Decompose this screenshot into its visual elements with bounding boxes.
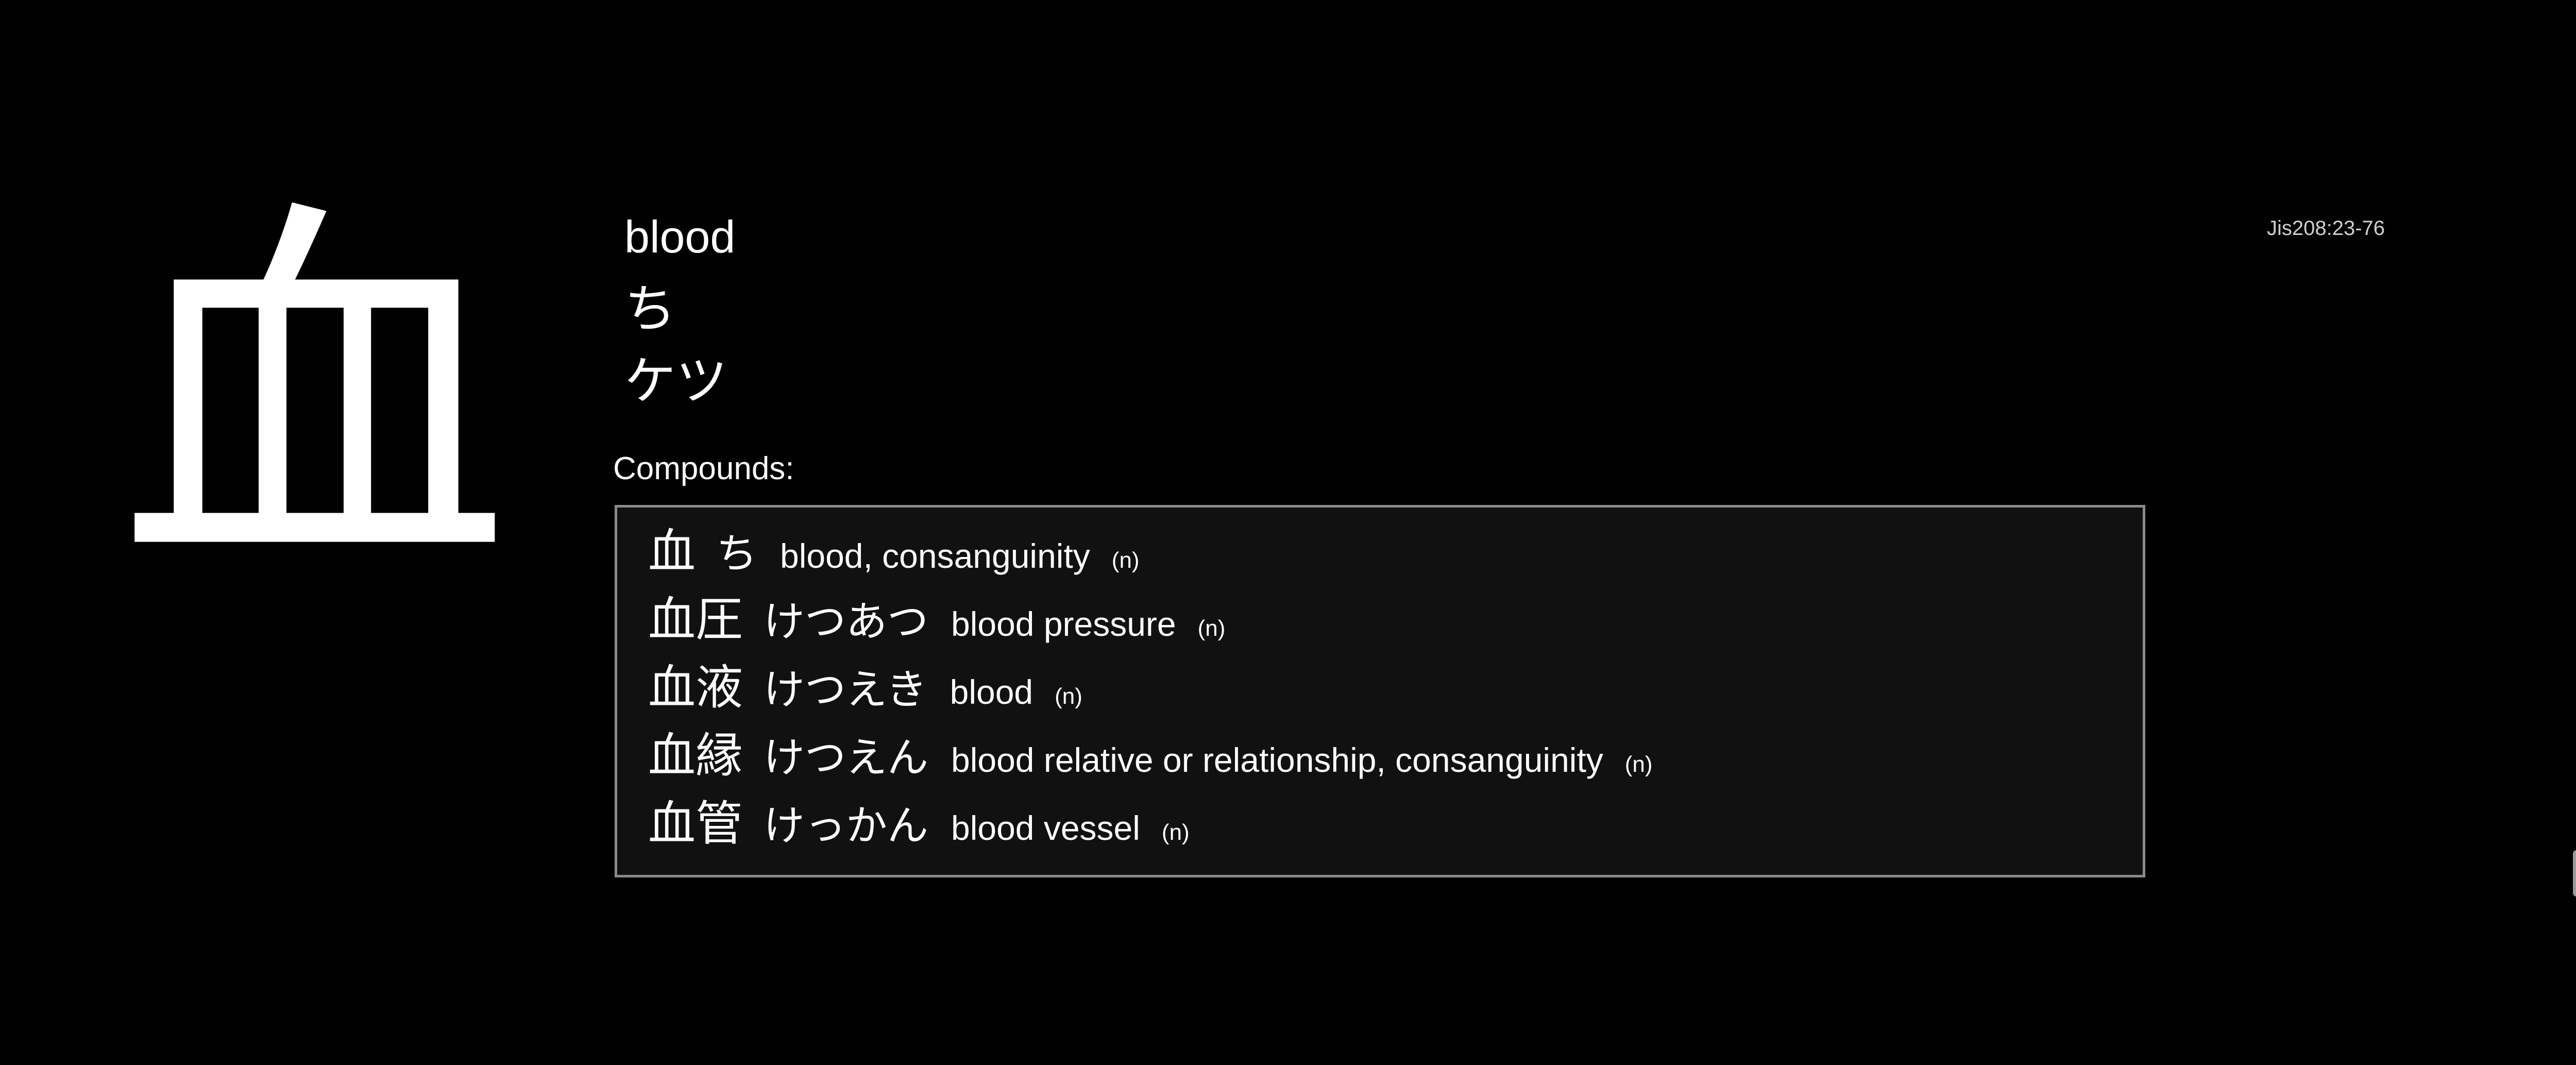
compound-word: 血縁 bbox=[648, 728, 743, 783]
compound-reading: けつえき bbox=[764, 666, 927, 714]
kanji-character: 血 bbox=[118, 169, 510, 624]
compound-pos: (n) bbox=[1624, 752, 1653, 777]
compounds-label: Compounds: bbox=[613, 451, 794, 486]
kun-reading: ち bbox=[624, 279, 676, 339]
compound-word: 血圧 bbox=[648, 592, 743, 647]
compound-definition: blood pressure bbox=[951, 605, 1176, 643]
compound-reading: けっかん bbox=[764, 802, 929, 850]
compound-pos: (n) bbox=[1197, 616, 1226, 641]
compound-word: 血液 bbox=[648, 660, 743, 715]
compound-word: 血 bbox=[648, 524, 696, 579]
compound-row: 血圧 けつあつ blood pressure (n) bbox=[648, 586, 2143, 654]
compound-definition: blood relative or relationship, consangu… bbox=[951, 741, 1603, 779]
compound-pos: (n) bbox=[1111, 548, 1140, 573]
compound-pos: (n) bbox=[1055, 684, 1082, 709]
compounds-list: 血 ち blood, consanguinity (n) 血圧 けつあつ blo… bbox=[615, 505, 2145, 877]
scrollbar-handle[interactable] bbox=[2573, 850, 2576, 897]
kanji-meaning: blood bbox=[624, 211, 736, 262]
compound-row: 血管 けっかん blood vessel (n) bbox=[648, 790, 2143, 858]
compound-pos: (n) bbox=[1161, 820, 1190, 845]
compound-reading: ち bbox=[716, 530, 758, 578]
compound-row: 血液 けつえき blood (n) bbox=[648, 654, 2143, 722]
on-reading: ケツ bbox=[624, 351, 727, 411]
compound-definition: blood, consanguinity bbox=[780, 537, 1090, 575]
compound-row: 血 ち blood, consanguinity (n) bbox=[648, 518, 2143, 586]
jis-code: Jis208:23-76 bbox=[2267, 217, 2385, 240]
compound-word: 血管 bbox=[648, 796, 743, 851]
compound-row: 血縁 けつえん blood relative or relationship, … bbox=[648, 722, 2143, 790]
compound-reading: けつあつ bbox=[764, 598, 929, 646]
compound-definition: blood bbox=[950, 673, 1033, 711]
compound-reading: けつえん bbox=[764, 734, 929, 782]
compound-definition: blood vessel bbox=[951, 809, 1140, 847]
